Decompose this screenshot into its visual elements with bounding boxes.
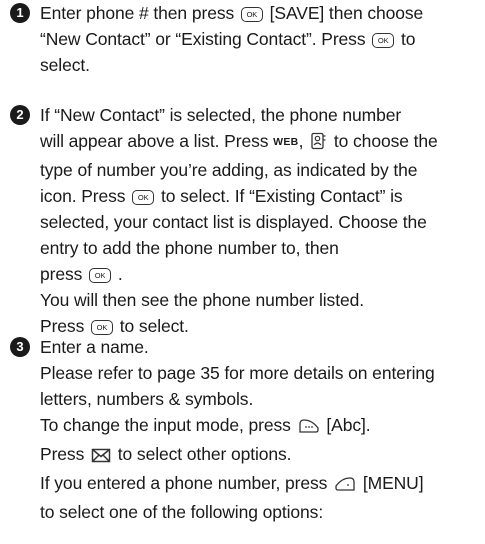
left-softkey-icon bbox=[334, 473, 356, 499]
step-3-text: Enter a name. Please refer to page 35 fo… bbox=[40, 337, 435, 522]
ok-key-icon: OK bbox=[132, 190, 155, 205]
right-softkey-icon bbox=[298, 415, 320, 441]
manual-page: 1 Enter phone # then press OK [SAVE] the… bbox=[0, 0, 485, 544]
step-1-text: Enter phone # then press OK [SAVE] then … bbox=[40, 0, 480, 78]
envelope-icon bbox=[91, 444, 111, 470]
step-1-line-3: select. bbox=[40, 55, 90, 75]
step-number-badge: 1 bbox=[10, 3, 30, 23]
ok-key-icon: OK bbox=[372, 33, 395, 48]
step-2-text: If “New Contact” is selected, the phone … bbox=[40, 105, 438, 336]
step-1-line-2: “New Contact” or “Existing Contact”. Pre… bbox=[40, 29, 416, 49]
step-1-line-1: Enter phone # then press OK [SAVE] then … bbox=[40, 3, 424, 23]
step-number-badge: 3 bbox=[10, 337, 30, 357]
ok-key-icon: OK bbox=[240, 7, 263, 22]
step-number-badge: 2 bbox=[10, 105, 30, 125]
ok-key-icon: OK bbox=[89, 268, 112, 283]
web-key-icon: WEB bbox=[273, 136, 299, 148]
ok-key-icon: OK bbox=[91, 320, 113, 335]
contact-card-icon bbox=[310, 131, 327, 157]
